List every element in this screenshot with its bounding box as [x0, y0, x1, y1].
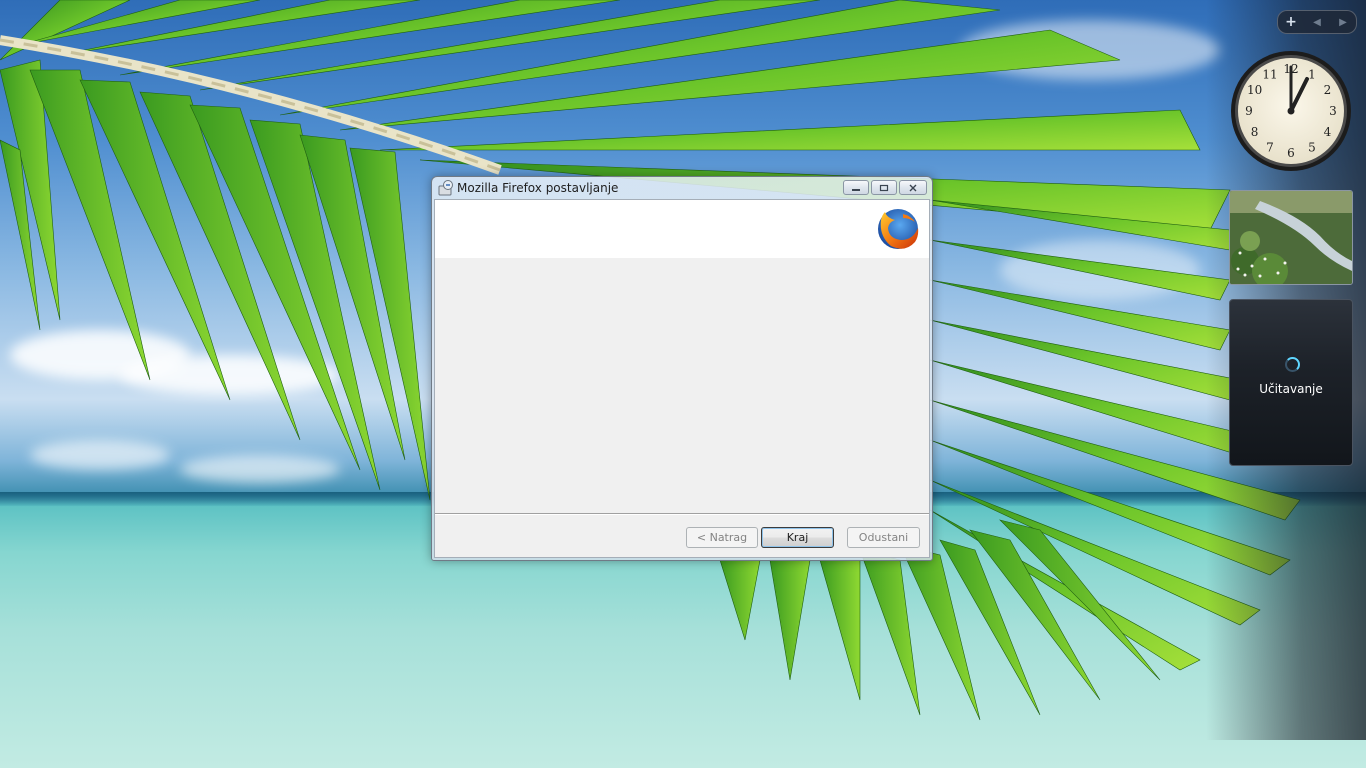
slideshow-gadget[interactable]: [1229, 190, 1353, 285]
next-gadgets-button[interactable]: ▶: [1330, 11, 1356, 33]
window-title: Mozilla Firefox postavljanje: [457, 181, 619, 195]
minimize-button[interactable]: [843, 180, 869, 195]
previous-gadgets-button[interactable]: ◀: [1304, 11, 1330, 33]
minimize-icon: [852, 188, 860, 191]
clock-numeral: 2: [1324, 83, 1332, 97]
cancel-button[interactable]: Odustani: [847, 527, 920, 548]
close-button[interactable]: [899, 180, 927, 195]
clock-gadget[interactable]: 121234567891011: [1229, 49, 1353, 173]
clock-numeral: 8: [1251, 125, 1259, 139]
back-button[interactable]: < Natrag: [686, 527, 758, 548]
window-titlebar[interactable]: Mozilla Firefox postavljanje: [432, 177, 932, 199]
loading-spinner-icon: [1285, 357, 1300, 372]
installer-icon: [438, 180, 453, 196]
firefox-setup-window: Mozilla Firefox postavljanje < Natrag Kr…: [431, 176, 933, 561]
add-gadget-button[interactable]: +: [1278, 11, 1304, 33]
clock-numeral: 4: [1324, 125, 1332, 139]
gadget-sidebar-controls: + ◀ ▶: [1277, 10, 1357, 34]
loading-gadget[interactable]: Učitavanje: [1229, 299, 1353, 466]
maximize-button[interactable]: [871, 180, 897, 195]
wizard-content: [435, 259, 929, 513]
clock-numeral: 9: [1245, 104, 1253, 118]
window-client-area: < Natrag Kraj Odustani: [434, 199, 930, 558]
clock-numeral: 3: [1329, 104, 1337, 118]
clock-numeral: 5: [1308, 140, 1316, 154]
loading-text: Učitavanje: [1259, 382, 1323, 396]
clock-numeral: 6: [1287, 146, 1295, 160]
maximize-icon: [879, 184, 889, 191]
clock-numeral: 7: [1266, 140, 1274, 154]
clock-numeral: 11: [1262, 68, 1277, 82]
clock-numeral: 1: [1308, 68, 1316, 82]
landscape-photo: [1230, 191, 1352, 284]
wizard-header: [435, 200, 929, 258]
clock-numeral: 10: [1247, 83, 1262, 97]
close-icon: [909, 184, 917, 191]
firefox-logo-icon: [878, 209, 919, 249]
finish-button[interactable]: Kraj: [761, 527, 834, 548]
